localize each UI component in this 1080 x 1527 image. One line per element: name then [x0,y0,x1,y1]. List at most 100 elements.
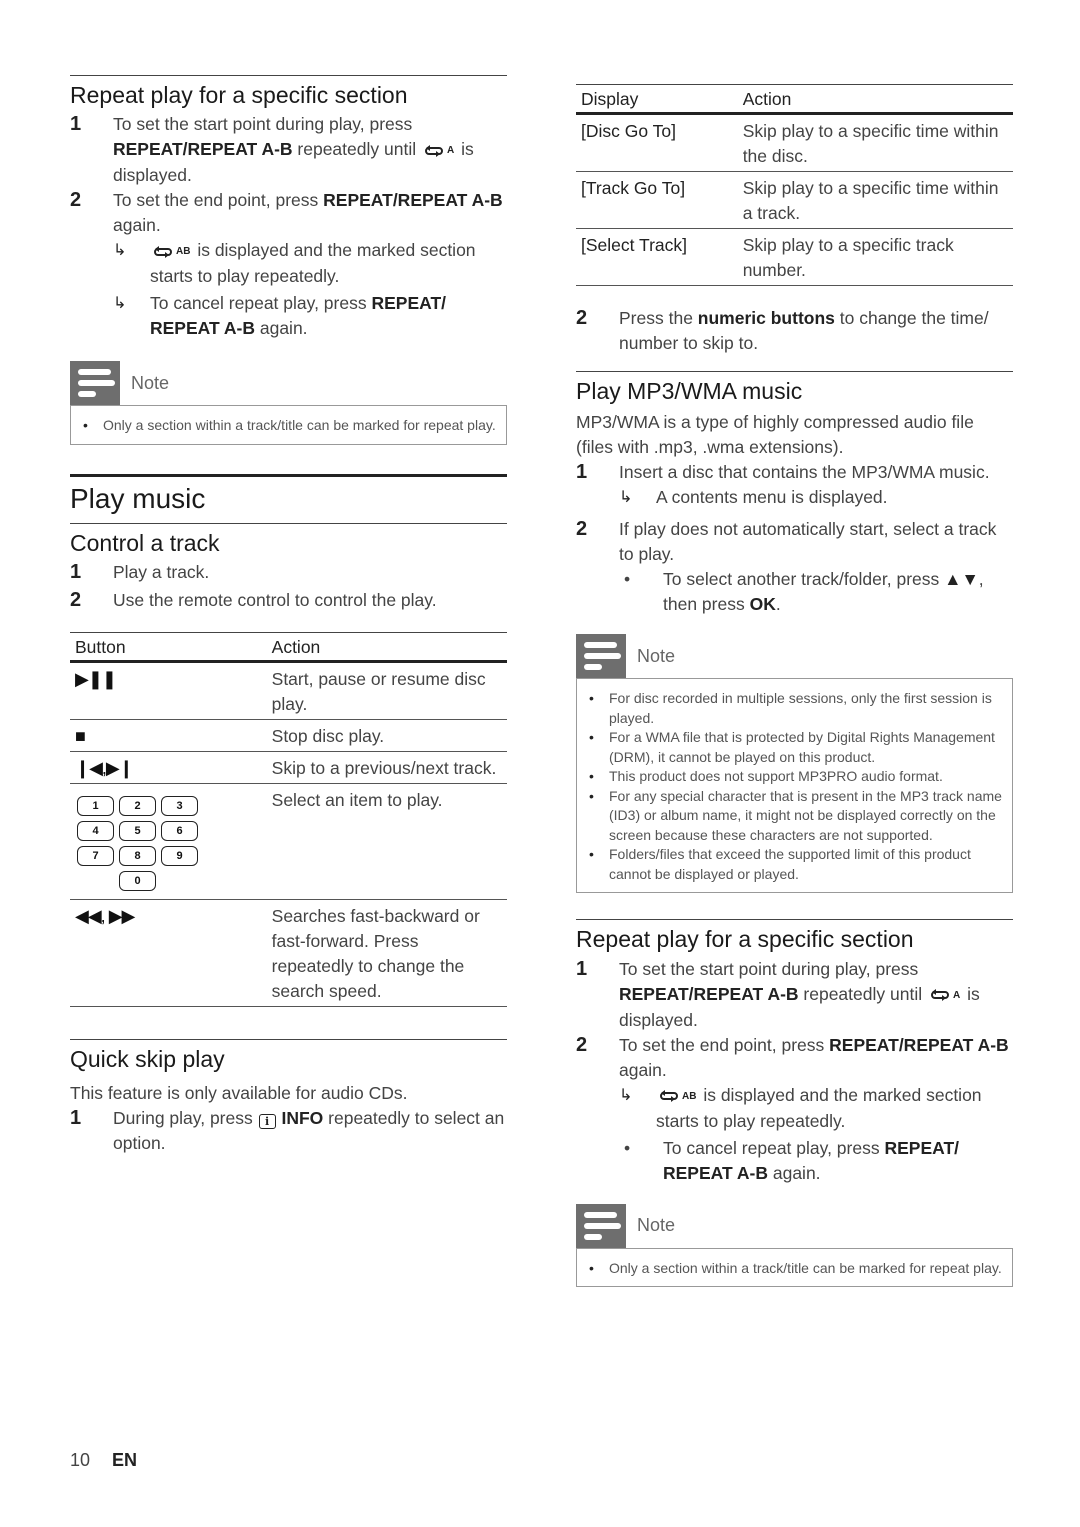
bullet-text-post: . [775,594,781,615]
step-number: 1 [70,561,82,584]
key-5: 5 [119,821,156,842]
column-header-display: Display [576,84,738,115]
intro-text: This feature is only available for audio… [70,1082,408,1103]
right-column: Display Action [Disc Go To] Skip play to… [576,84,1013,1288]
bullet-text-pre: To cancel repeat play, press [663,1137,885,1158]
step-2: 2 If play does not automatically start, … [576,517,1013,567]
result-text-post: again. [255,318,308,339]
step-1: 1 To set the start point during play, pr… [576,957,1013,1033]
step-text-pre: To set the end point, press [113,190,324,211]
button-label-ok: OK [749,594,776,615]
action-cell: Skip play to a specific time within the … [737,113,1013,172]
note-label: Note [637,645,676,666]
step-text-pre: During play, press [113,1107,258,1128]
action-cell: Skip play to a specific track number. [737,228,1013,286]
note-item-text: Folders/files that exceed the supported … [609,846,971,882]
note-body: • Only a section within a track/title ca… [576,1247,1013,1288]
step-number: 2 [576,518,588,541]
bullet-text-pre: To select another track/folder, press [663,569,945,590]
step-result: ↳ To cancel repeat play, press REPEAT/ R… [113,291,507,341]
key-3: 3 [161,796,198,817]
note-label: Note [131,372,170,393]
button-action-table: Button Action ▶❚❚ Start, pause or resume… [70,632,507,1008]
display-cell: [Track Go To] [576,171,738,229]
table-row: ❙◀,▶❙ Skip to a previous/next track. [70,751,507,785]
result-arrow-icon: ↳ [619,1086,633,1104]
result-text: A contents menu is displayed. [656,487,888,508]
step-text: Play a track. [113,562,210,583]
table-row: [Disc Go To] Skip play to a specific tim… [576,113,1013,172]
button-label-info: INFO [281,1107,324,1128]
section-title-mp3: Play MP3/WMA music [576,378,803,404]
step-result: ↳ AB is displayed and the marked section… [619,1083,1013,1134]
table-header-row: Button Action [70,632,507,664]
bullet-text: To cancel repeat play, press REPEAT/ REP… [663,1136,1013,1186]
repeat-icon-label: A [952,989,961,1001]
button-label-repeat: REPEAT/REPEAT A-B [323,190,503,211]
note-label: Note [637,1215,676,1236]
note-item: • For disc recorded in multiple sessions,… [587,689,1002,728]
step-text: Press the numeric buttons to change the … [619,306,1013,356]
page-number: 10 [70,1450,91,1470]
step-2: 2 To set the end point, press REPEAT/REP… [576,1033,1013,1083]
note-box: Note • Only a section within a track/tit… [576,1203,1013,1288]
note-icon [576,1203,626,1248]
bullet-text: To select another track/folder, press ▲▼… [663,567,1013,617]
stop-icon: ■ [75,726,86,747]
step-text: To set the end point, press REPEAT/REPEA… [113,188,507,238]
note-header: Note [576,634,1013,679]
action-cell: Skip to a previous/next track. [266,751,507,785]
section-title-repeat-play: Repeat play for a specific section [70,82,408,108]
bullet-icon: • [589,768,594,785]
result-text: To cancel repeat play, press REPEAT/ REP… [150,291,507,341]
table-row: 1 2 3 4 5 6 7 8 9 0 Select an item to pl… [70,783,507,901]
bullet-icon: • [624,1137,631,1158]
left-column: Repeat play for a specific section 1 To … [70,75,507,1156]
note-item-text: This product does not support MP3PRO aud… [609,768,943,785]
display-cell: [Disc Go To] [576,113,738,172]
result-arrow-icon: ↳ [113,295,127,313]
step-text: To set the start point during play, pres… [113,112,507,188]
repeat-ab-icon: AB [152,239,190,264]
table-row: ▶❚❚ Start, pause or resume disc play. [70,661,507,721]
button-label-numeric: numeric buttons [697,308,835,328]
step-text-mid: repeatedly until [292,139,421,160]
step-number: 1 [576,461,588,484]
display-action-table: Display Action [Disc Go To] Skip play to… [576,84,1013,286]
bullet-icon: • [589,729,594,746]
action-cell: Skip play to a specific time within a tr… [737,171,1013,229]
note-item: • Only a section within a track/title ca… [81,416,496,436]
note-item: • For a WMA file that is protected by Dig… [587,728,1002,767]
section-title-quick-skip: Quick skip play [70,1046,225,1073]
note-header: Note [576,1203,1013,1248]
note-icon [576,634,626,679]
step-text-pre: To set the start point during play, pres… [113,114,413,135]
step-text: Insert a disc that contains the MP3/WMA … [619,462,990,483]
step-2: 2 Use the remote control to control the … [70,588,507,613]
note-header: Note [70,361,507,406]
step-1: 1 Play a track. [70,560,507,585]
table-row: ◀◀, ▶▶ Searches fast-backward or fast-fo… [70,899,507,1008]
step-2: 2 Press the numeric buttons to change th… [576,306,1013,356]
repeat-icon-label: A [446,145,455,157]
step-bullet: • To select another track/folder, press … [619,567,1013,617]
key-0: 0 [119,871,156,892]
numeric-keypad-icon: 1 2 3 4 5 6 7 8 9 0 [75,788,263,897]
intro-text: MP3/WMA is a type of highly compressed a… [576,412,974,458]
step-text: To set the start point during play, pres… [619,957,1013,1033]
action-cell: Searches fast-backward or fast-forward. … [266,899,507,1008]
bullet-icon: • [589,1259,594,1276]
step-number: 2 [576,307,588,329]
step-text: To set the end point, press REPEAT/REPEA… [619,1033,1013,1083]
table-row: [Track Go To] Skip play to a specific ti… [576,171,1013,229]
result-text-pre: To cancel repeat play, press [150,293,372,314]
note-icon [70,361,120,406]
key-8: 8 [119,846,156,867]
button-label-repeat: REPEAT/REPEAT A-B [113,139,293,160]
display-cell: [Select Track] [576,228,738,286]
button-label-repeat: REPEAT/REPEAT A-B [829,1034,1009,1055]
page-footer: 10 EN [70,1450,137,1471]
key-9: 9 [161,846,198,867]
repeat-icon-label: AB [176,246,191,258]
result-arrow-icon: ↳ [113,242,127,260]
